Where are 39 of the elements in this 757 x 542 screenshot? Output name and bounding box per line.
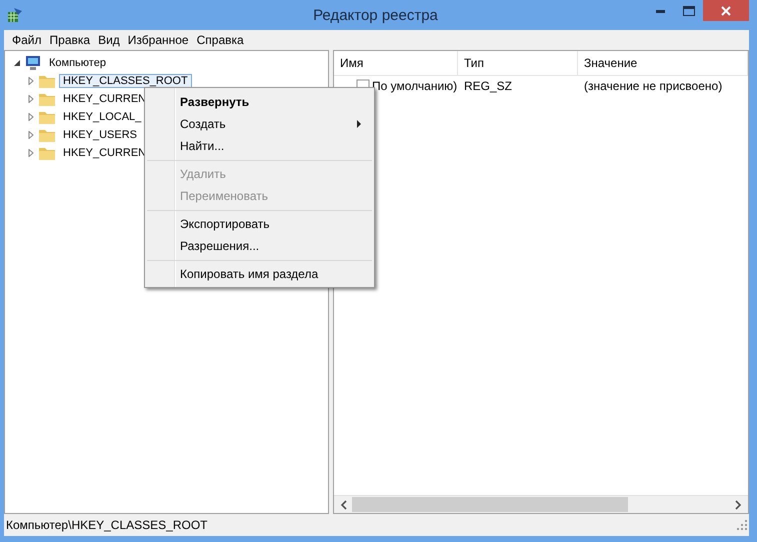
menu-option[interactable]: Развернуть [147,91,372,113]
folder-icon [38,91,56,107]
menu-item[interactable]: Правка [46,33,94,47]
menu-option[interactable]: Копировать имя раздела [147,263,372,285]
folder-icon [38,127,56,143]
menu-option[interactable]: Разрешения... [147,235,372,257]
scroll-left-icon[interactable] [340,500,348,510]
column-header[interactable]: Имя [334,51,458,75]
scrollbar-thumb[interactable] [352,497,628,512]
tree-item[interactable]: Компьютер [45,56,110,70]
column-header[interactable]: Тип [458,51,578,75]
menu-item[interactable]: Файл [8,33,46,47]
close-button[interactable] [703,0,749,21]
scroll-right-icon[interactable] [734,500,742,510]
expander-icon[interactable] [13,59,21,67]
menu-item[interactable]: Вид [94,33,124,47]
column-header[interactable]: Значение [578,51,748,75]
table-cell-text: REG_SZ [463,79,514,93]
menu-item[interactable]: Избранное [124,33,193,47]
minimize-icon [656,8,666,12]
registry-editor-icon [6,6,24,24]
tree-item[interactable]: HKEY_USERS [59,128,141,142]
menu-item[interactable]: Справка [192,33,248,47]
table-cell-text: (значение не присвоено) [583,79,724,93]
menu-option[interactable]: Найти... [147,135,372,157]
close-icon [721,6,731,16]
menu-option[interactable]: Создать [147,113,372,135]
tree-item[interactable]: HKEY_CLASSES_ROOT [59,74,192,88]
folder-icon [38,109,56,125]
folder-icon [38,145,56,161]
resize-grip-icon[interactable] [737,520,747,530]
status-bar-text: Компьютер\HKEY_CLASSES_ROOT [6,518,208,532]
menu-option[interactable]: Экспортировать [147,213,372,235]
folder-icon [38,73,56,89]
maximize-icon [683,6,695,16]
horizontal-scrollbar[interactable] [334,495,748,513]
computer-icon [24,55,42,71]
window-title: Редактор реестра [312,6,439,24]
tree-item[interactable]: HKEY_LOCAL_ [59,110,146,124]
